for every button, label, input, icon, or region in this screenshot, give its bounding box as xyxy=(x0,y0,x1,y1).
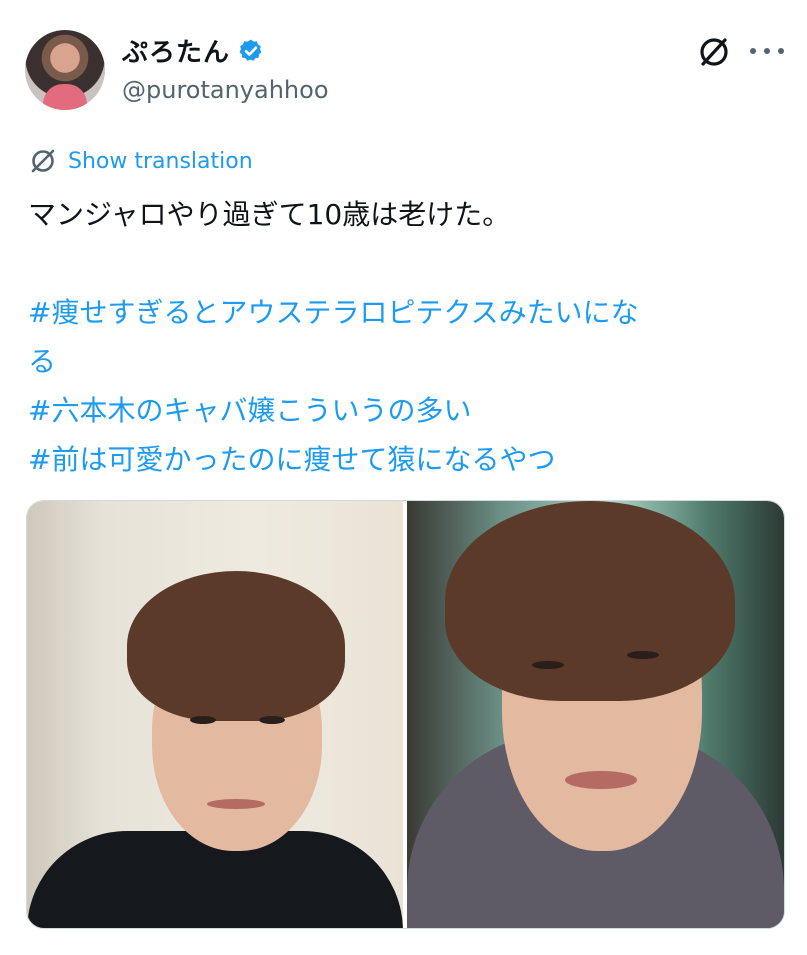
user-handle[interactable]: @purotanyahhoo xyxy=(122,76,329,104)
photo-mouth xyxy=(565,771,637,789)
show-translation-label: Show translation xyxy=(68,148,253,174)
more-dot xyxy=(750,48,756,54)
grok-icon[interactable] xyxy=(694,32,734,72)
tweet-photo-before[interactable] xyxy=(27,501,403,928)
avatar[interactable] xyxy=(25,30,105,110)
photo-hair xyxy=(127,571,345,721)
photo-hair xyxy=(445,501,735,701)
more-dot xyxy=(764,48,770,54)
hashtag-link[interactable]: #六本木のキャバ嬢こういうの多い xyxy=(28,386,788,435)
hashtag-link[interactable]: #痩せすぎるとアウステラロピテクスみたいにな xyxy=(28,288,788,337)
photo-eye xyxy=(532,661,564,669)
tweet-photo-after[interactable] xyxy=(407,501,784,928)
display-name[interactable]: ぷろたん xyxy=(122,32,230,69)
globe-translate-icon xyxy=(31,149,55,173)
photo-eye xyxy=(190,716,216,724)
more-dot xyxy=(778,48,784,54)
hashtag-link[interactable]: #前は可愛かったのに痩せて猿になるやつ xyxy=(28,435,788,484)
show-translation-link[interactable]: Show translation xyxy=(28,146,253,176)
photo-mouth xyxy=(207,799,265,809)
avatar-shirt xyxy=(43,84,87,110)
photo-eye xyxy=(259,716,285,724)
photo-eye xyxy=(627,651,659,659)
tweet-line: マンジャロやり過ぎて10歳は老けた。 xyxy=(28,198,511,231)
hashtag-link-continued[interactable]: る xyxy=(28,337,788,386)
tweet-media xyxy=(26,500,785,929)
more-icon[interactable] xyxy=(750,36,784,66)
tweet-text: マンジャロやり過ぎて10歳は老けた。 #痩せすぎるとアウステラロピテクスみたいに… xyxy=(28,190,788,484)
user-name-row: ぷろたん xyxy=(122,32,264,69)
verified-badge-icon xyxy=(239,39,262,61)
